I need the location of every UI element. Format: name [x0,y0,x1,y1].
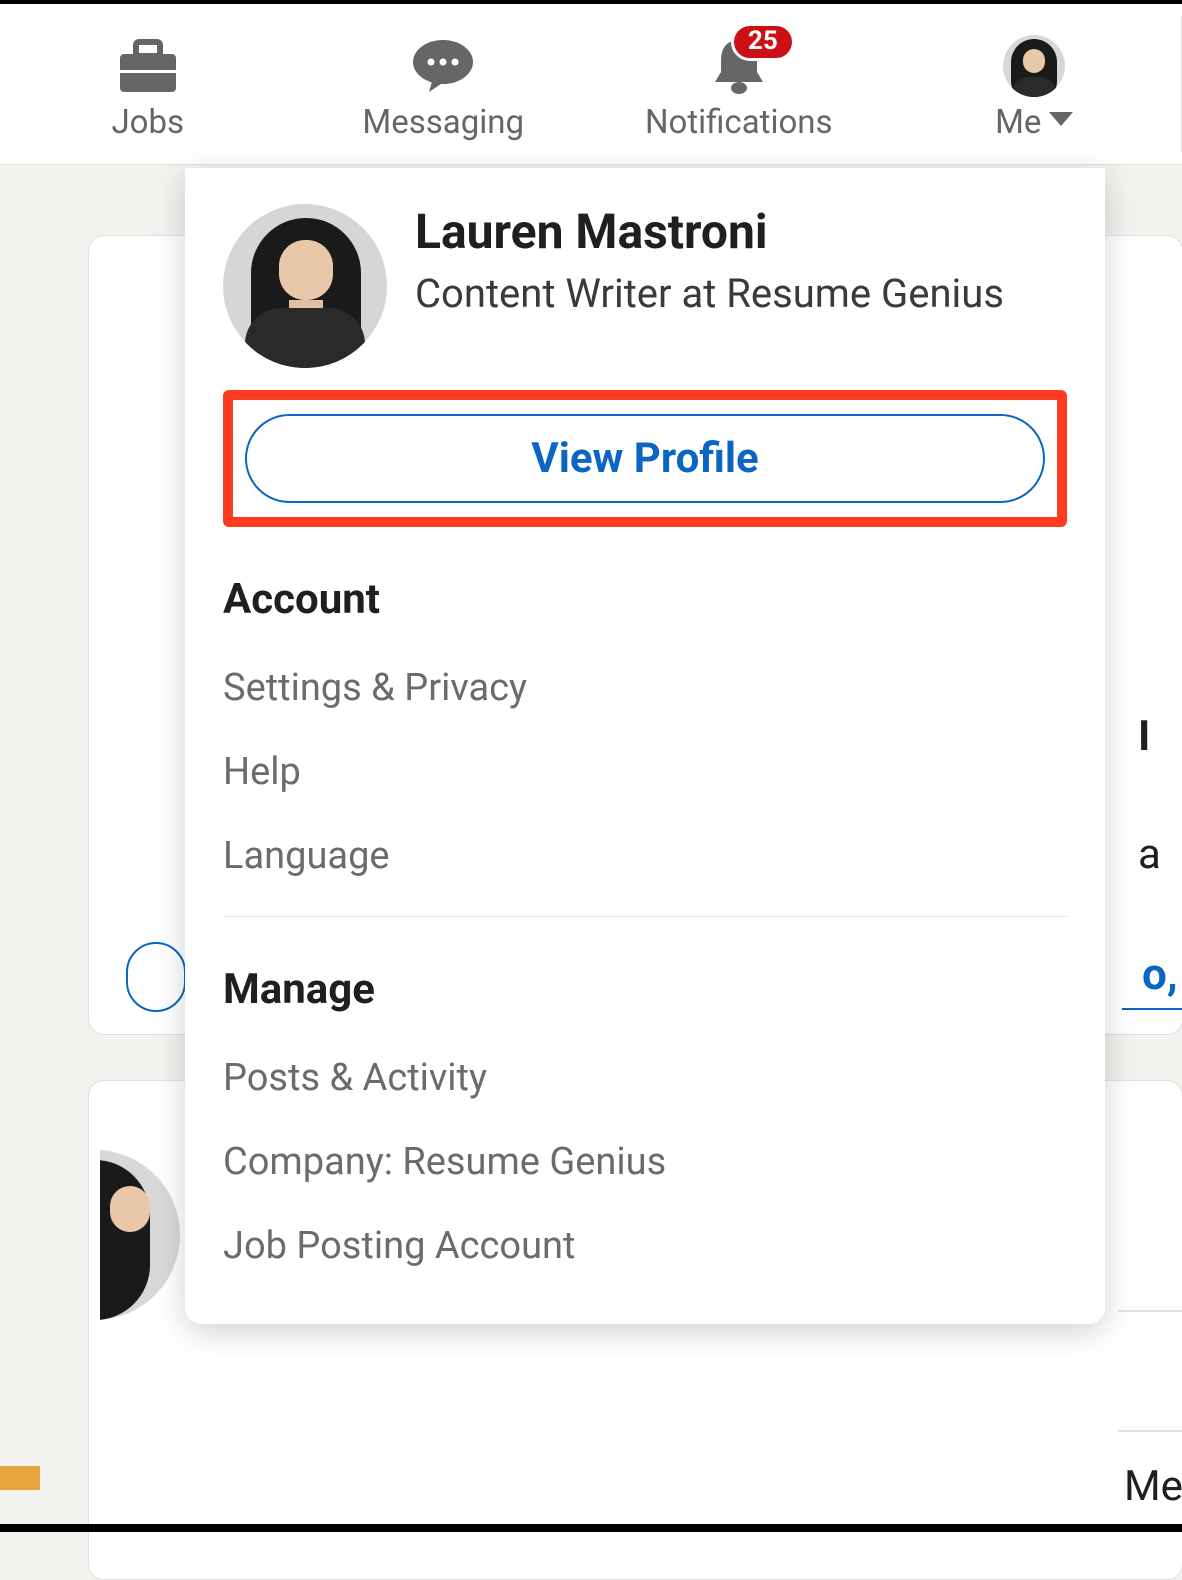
bg-text-fragment: a [1138,830,1182,879]
messaging-icon [411,35,475,97]
avatar [1003,35,1065,97]
view-profile-button[interactable]: View Profile [245,414,1045,503]
nav-notifications[interactable]: 25 Notifications [591,4,887,164]
bottom-frame-bar [0,1524,1182,1532]
background-pill-outline [126,942,186,1012]
account-section-heading: Account [223,575,1067,624]
bg-blue-underline [1122,1008,1182,1010]
menu-settings-privacy[interactable]: Settings & Privacy [223,646,1067,730]
menu-company[interactable]: Company: Resume Genius [223,1120,1067,1204]
top-navbar: Jobs Messaging 25 Notifications [0,0,1182,165]
bg-text-fragment: Me [1124,1462,1182,1511]
menu-job-posting-account[interactable]: Job Posting Account [223,1204,1067,1288]
profile-headline: Content Writer at Resume Genius [415,267,1067,321]
me-dropdown-panel: Lauren Mastroni Content Writer at Resume… [185,168,1105,1324]
notifications-icon: 25 [711,35,767,97]
nav-messaging-label: Messaging [362,103,524,142]
bg-blue-text-fragment: o, [1142,948,1182,1000]
manage-section-heading: Manage [223,965,1067,1014]
bg-orange-strip [0,1466,40,1490]
menu-language[interactable]: Language [223,814,1067,898]
bg-divider [1118,1430,1182,1432]
me-avatar-icon [1003,35,1065,97]
profile-avatar [223,204,387,368]
nav-jobs-label: Jobs [111,103,184,142]
bg-divider [1118,1310,1182,1312]
chevron-down-icon [1049,112,1073,126]
menu-posts-activity[interactable]: Posts & Activity [223,1036,1067,1120]
jobs-icon [118,35,178,97]
profile-name: Lauren Mastroni [415,204,1067,261]
background-avatar-fragment [100,1150,180,1320]
dropdown-divider [223,916,1067,917]
nav-messaging[interactable]: Messaging [296,4,592,164]
nav-me[interactable]: Me [887,4,1182,164]
nav-jobs[interactable]: Jobs [0,4,296,164]
menu-help[interactable]: Help [223,730,1067,814]
highlighted-view-profile: View Profile [223,390,1067,527]
nav-notifications-label: Notifications [645,103,833,142]
profile-summary[interactable]: Lauren Mastroni Content Writer at Resume… [223,204,1067,368]
notifications-badge: 25 [731,23,795,61]
nav-me-label: Me [995,103,1041,142]
bg-text-fragment: I [1138,712,1182,761]
